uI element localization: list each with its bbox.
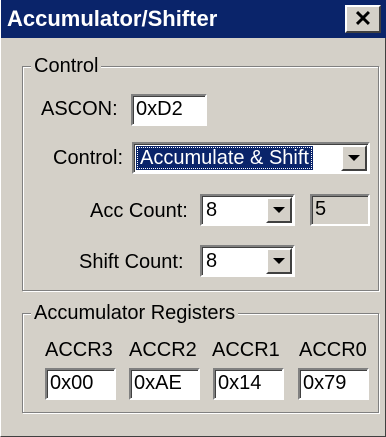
acc-count-label: Acc Count:	[90, 200, 188, 222]
acc-count-readout: 5	[310, 194, 370, 226]
acc-count-select[interactable]: 8	[200, 194, 295, 226]
shift-count-dropdown-button[interactable]	[266, 248, 292, 274]
accumulator-shifter-window: Accumulator/Shifter ✕ Control ASCON: 0xD…	[0, 0, 386, 437]
accumulator-registers-legend: Accumulator Registers	[31, 301, 239, 325]
acc-count-dropdown-button[interactable]	[266, 197, 292, 223]
window-title: Accumulator/Shifter	[7, 6, 218, 31]
shift-count-label: Shift Count:	[79, 251, 184, 273]
shift-count-select[interactable]: 8	[200, 245, 295, 277]
acc-count-select-value: 8	[206, 199, 218, 221]
shift-count-select-value: 8	[206, 250, 218, 272]
ascon-field[interactable]: 0xD2	[131, 94, 207, 126]
register-label-accr3: ACCR3	[45, 339, 113, 361]
chevron-down-icon	[348, 155, 360, 161]
chevron-down-icon	[273, 258, 285, 264]
chevron-down-icon	[273, 207, 285, 213]
title-bar[interactable]: Accumulator/Shifter ✕	[1, 0, 386, 38]
register-label-accr2: ACCR2	[129, 339, 197, 361]
control-dropdown-button[interactable]	[341, 145, 367, 171]
register-field-accr3[interactable]: 0x00	[45, 368, 116, 400]
control-select[interactable]: Accumulate & Shift	[132, 142, 370, 174]
ascon-label: ASCON:	[41, 98, 118, 120]
register-label-accr0: ACCR0	[299, 339, 367, 361]
register-field-accr0[interactable]: 0x79	[298, 368, 369, 400]
close-icon: ✕	[353, 6, 373, 31]
control-label: Control:	[53, 147, 124, 169]
close-button[interactable]: ✕	[345, 5, 381, 33]
control-select-value: Accumulate & Shift	[136, 146, 313, 170]
register-field-accr2[interactable]: 0xAE	[129, 368, 200, 400]
register-field-accr1[interactable]: 0x14	[213, 368, 284, 400]
control-group-legend: Control	[31, 54, 102, 78]
register-label-accr1: ACCR1	[212, 339, 280, 361]
